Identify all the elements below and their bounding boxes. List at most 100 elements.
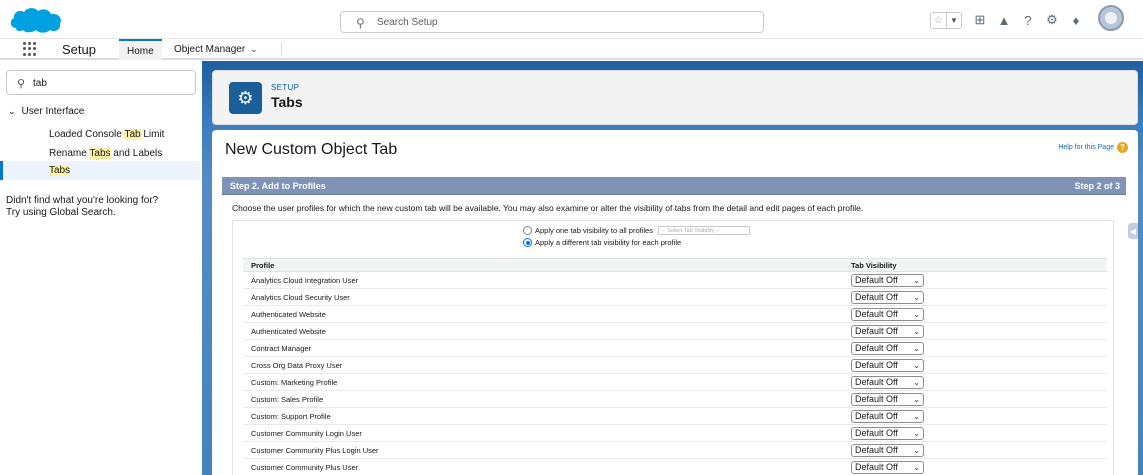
search-highlight: Tab: [124, 129, 141, 140]
tab-visibility-select[interactable]: Default Off ⌄: [851, 273, 924, 287]
help-for-this-page-link[interactable]: Help for this Page?: [1058, 142, 1128, 153]
radio-label: Apply a different tab visibility for eac…: [535, 238, 682, 247]
tab-visibility-select[interactable]: Default Off ⌄: [851, 409, 924, 423]
page-title: Tabs: [271, 94, 303, 110]
panel-title: New Custom Object Tab: [225, 141, 398, 158]
tab-visibility-cell: Default Off ⌄: [845, 458, 1107, 475]
global-search-input[interactable]: [377, 15, 747, 29]
tab-visibility-select[interactable]: Default Off ⌄: [851, 426, 924, 440]
tab-visibility-cell: Default Off ⌄: [845, 305, 1107, 323]
radio-button[interactable]: [523, 226, 532, 235]
tab-visibility-select[interactable]: Default Off ⌄: [851, 443, 924, 457]
chevron-down-icon: ⌄: [913, 394, 920, 404]
tab-visibility-cell: Default Off ⌄: [845, 390, 1107, 408]
table-row: Authenticated Website Default Off ⌄: [243, 322, 1107, 340]
profile-name: Customer Community Plus User: [243, 458, 845, 475]
quick-find-input[interactable]: [33, 76, 183, 90]
tab-visibility-cell: Default Off ⌄: [845, 322, 1107, 340]
select-value: -- Select Tab Visibility --: [661, 228, 720, 234]
trailhead-icon[interactable]: ▲: [994, 10, 1014, 30]
sidebar-item-loaded-console-tab-limit[interactable]: Loaded Console Tab Limit: [0, 125, 200, 144]
quick-find-box[interactable]: ⚲: [6, 70, 196, 95]
profiles-table-body: Analytics Cloud Integration User Default …: [243, 271, 1107, 475]
profile-form: Apply one tab visibility to all profiles…: [232, 220, 1114, 475]
search-highlight: Tabs: [49, 165, 71, 176]
chevron-down-icon: ⌄: [913, 445, 920, 455]
avatar[interactable]: [1098, 5, 1124, 31]
table-row: Contract Manager Default Off ⌄: [243, 339, 1107, 357]
app-launcher-icon[interactable]: [23, 42, 37, 56]
tab-visibility-select[interactable]: Default Off ⌄: [851, 341, 924, 355]
select-value: Default Off: [855, 326, 898, 336]
nav-divider: [281, 42, 282, 57]
search-icon: ⚲: [17, 78, 26, 90]
profile-name: Analytics Cloud Integration User: [243, 271, 845, 289]
help-icon[interactable]: ?: [1018, 10, 1038, 30]
chevron-down-icon: ⌄: [913, 411, 920, 421]
tab-visibility-cell: Default Off ⌄: [845, 339, 1107, 357]
select-value: Default Off: [855, 411, 898, 421]
profile-name: Authenticated Website: [243, 322, 845, 340]
profile-name: Customer Community Plus Login User: [243, 441, 845, 459]
sidebar-item-tabs[interactable]: Tabs: [0, 161, 200, 180]
select-value: Default Off: [855, 360, 898, 370]
select-value: Default Off: [855, 394, 898, 404]
salesforce-logo[interactable]: [8, 6, 64, 34]
profile-name: Custom: Support Profile: [243, 407, 845, 425]
profile-name: Custom: Sales Profile: [243, 390, 845, 408]
select-value: Default Off: [855, 292, 898, 302]
tab-visibility-cell: Default Off ⌄: [845, 271, 1107, 289]
tab-visibility-select[interactable]: Default Off ⌄: [851, 307, 924, 321]
radio-button-selected[interactable]: [523, 238, 532, 247]
chevron-down-icon: ⌄: [913, 292, 920, 302]
item-text: and Labels: [110, 148, 163, 159]
chevron-down-icon[interactable]: ⌄: [8, 106, 16, 116]
table-row: Authenticated Website Default Off ⌄: [243, 305, 1107, 323]
search-highlight: Tabs: [89, 148, 111, 159]
tab-visibility-select[interactable]: Default Off ⌄: [851, 460, 924, 474]
select-value: Default Off: [855, 428, 898, 438]
profiles-table: Profile Tab Visibility Analytics Cloud I…: [243, 258, 1107, 475]
tab-home[interactable]: Home: [119, 39, 162, 60]
chevron-down-icon: ⌄: [913, 343, 920, 353]
setup-sidebar: ⚲ ⌄ User Interface Loaded Console Tab Lim…: [0, 61, 200, 475]
global-header: ⚲ ☆ ▼ ⊞ ▲ ? ⚙ ♦: [0, 0, 1143, 39]
radio-apply-each[interactable]: Apply a different tab visibility for eac…: [523, 238, 681, 247]
tab-visibility-cell: Default Off ⌄: [845, 441, 1107, 459]
select-value: Default Off: [855, 445, 898, 455]
table-row: Analytics Cloud Integration User Default …: [243, 271, 1107, 289]
tab-visibility-select[interactable]: Default Off ⌄: [851, 324, 924, 338]
tree-group-user-interface[interactable]: ⌄ User Interface: [8, 106, 84, 117]
tab-visibility-select[interactable]: Default Off ⌄: [851, 392, 924, 406]
select-value: Default Off: [855, 275, 898, 285]
tab-visibility-select[interactable]: Default Off ⌄: [851, 375, 924, 389]
global-search-box[interactable]: ⚲: [340, 11, 764, 33]
tab-visibility-select[interactable]: Default Off ⌄: [851, 358, 924, 372]
tab-visibility-all-select[interactable]: -- Select Tab Visibility --: [657, 226, 750, 235]
column-header-tab-visibility: Tab Visibility: [845, 258, 1107, 272]
chevron-down-icon[interactable]: ⌄: [250, 44, 258, 54]
table-row: Analytics Cloud Security User Default Off…: [243, 288, 1107, 306]
profile-name: Cross Org Data Proxy User: [243, 356, 845, 374]
tab-visibility-cell: Default Off ⌄: [845, 373, 1107, 391]
chevron-down-icon: ⌄: [913, 326, 920, 336]
add-icon[interactable]: ⊞: [970, 10, 990, 30]
chevron-down-icon: ⌄: [913, 309, 920, 319]
notifications-bell-icon[interactable]: ♦: [1066, 10, 1086, 30]
chevron-down-icon: ⌄: [913, 428, 920, 438]
chevron-down-icon: ⌄: [913, 377, 920, 387]
step-title: Step 2. Add to Profiles: [230, 181, 326, 191]
gear-icon[interactable]: ⚙: [1042, 10, 1062, 30]
note-line: Didn't find what you're looking for?: [6, 195, 159, 206]
favorites-star-icon[interactable]: ☆: [931, 13, 946, 28]
help-link-label: Help for this Page: [1058, 144, 1114, 151]
collapse-handle-icon[interactable]: ◀: [1128, 223, 1138, 239]
tab-object-manager-label: Object Manager: [174, 44, 246, 55]
tab-visibility-select[interactable]: Default Off ⌄: [851, 290, 924, 304]
column-header-profile: Profile: [243, 258, 845, 272]
favorites-list-icon[interactable]: ▼: [946, 12, 961, 28]
help-icon[interactable]: ?: [1117, 142, 1128, 153]
profile-name: Customer Community Login User: [243, 424, 845, 442]
radio-apply-all[interactable]: Apply one tab visibility to all profiles…: [523, 226, 750, 235]
tab-object-manager[interactable]: Object Manager ⌄: [174, 44, 258, 55]
